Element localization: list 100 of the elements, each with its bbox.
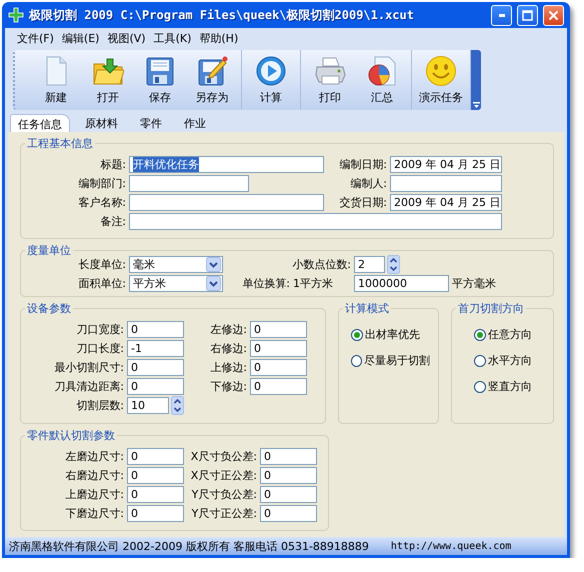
date-picker[interactable]: 2009 年 04 月 25 日 xyxy=(390,156,502,173)
spin-arrows-icon xyxy=(387,255,400,274)
website-link[interactable]: http://www.queek.com xyxy=(390,540,512,552)
app-icon xyxy=(8,7,24,23)
field-label: Y尺寸负公差: xyxy=(190,487,257,502)
toolbar-button[interactable]: 打开 xyxy=(83,50,133,110)
field-label: 左磨边尺寸: xyxy=(64,449,124,464)
field-label: 上修边: xyxy=(209,360,247,375)
tab[interactable]: 零件 xyxy=(133,114,169,132)
group-title: 计算模式 xyxy=(345,302,389,315)
maximize-button[interactable] xyxy=(517,4,538,26)
number-field[interactable]: 10 xyxy=(127,397,169,414)
floppy-pencil-icon xyxy=(196,55,228,87)
text-field[interactable] xyxy=(129,194,324,211)
field-label: 编制部门: xyxy=(77,176,126,191)
text-field[interactable]: 0 xyxy=(250,321,307,338)
field-label: 编制日期: xyxy=(338,157,387,172)
smiley-icon xyxy=(425,55,457,87)
text-field[interactable]: 0 xyxy=(127,448,184,465)
toolbar-button[interactable]: 演示任务 xyxy=(416,50,466,110)
text-field[interactable]: -1 xyxy=(127,340,184,357)
field-label: 小数点位数: xyxy=(291,257,351,272)
field-label: 交货日期: xyxy=(338,195,387,210)
close-button[interactable] xyxy=(543,4,564,26)
text-field[interactable]: 0 xyxy=(260,448,317,465)
text-field[interactable]: 0 xyxy=(250,378,307,395)
unit-text: 平方毫米 xyxy=(452,276,497,291)
radio-button[interactable] xyxy=(474,354,486,366)
toolbar-button[interactable]: 计算 xyxy=(246,50,296,110)
radio-button[interactable] xyxy=(351,354,362,366)
field-label: 右磨边尺寸: xyxy=(64,468,124,483)
group-title: 工程基本信息 xyxy=(27,137,93,150)
caret-icon xyxy=(206,276,221,291)
radio-button[interactable] xyxy=(474,380,486,392)
dropdown[interactable]: 平方米 xyxy=(129,275,223,292)
field-label: 下磨边尺寸: xyxy=(64,506,124,521)
window-title: 极限切割 2009 C:\Program Files\queek\极限切割2009\1.xcut xyxy=(29,6,415,24)
text-field[interactable]: 0 xyxy=(127,359,184,376)
field-label: 切割层数: xyxy=(75,398,124,413)
option-label: 出材率优先 xyxy=(365,327,420,342)
field-label: 面积单位: xyxy=(77,276,126,291)
close-icon xyxy=(548,10,559,20)
field-label: 编制人: xyxy=(349,176,387,191)
field-label: 刀口宽度: xyxy=(75,322,124,337)
text-field[interactable]: 0 xyxy=(127,378,184,395)
option-label: 竖直方向 xyxy=(488,379,532,394)
field-label: X尺寸正公差: xyxy=(190,468,257,483)
menu-item[interactable]: 工具(K) xyxy=(152,30,194,46)
conversion-text: 1平方米 xyxy=(293,276,334,291)
maximize-icon xyxy=(522,10,533,20)
text-field[interactable]: 0 xyxy=(260,505,317,522)
toolbar-button[interactable]: 另存为 xyxy=(187,50,237,110)
field-label: X尺寸负公差: xyxy=(190,449,257,464)
text-field[interactable]: 1000000 xyxy=(354,275,449,292)
menu-item[interactable]: 文件(F) xyxy=(15,30,56,46)
group-title: 设备参数 xyxy=(27,302,71,315)
group-title: 首刀切割方向 xyxy=(458,302,524,315)
text-field[interactable]: 0 xyxy=(127,467,184,484)
text-field[interactable] xyxy=(129,175,249,192)
tab[interactable]: 原材料 xyxy=(78,114,125,132)
overflow-icon xyxy=(472,102,480,108)
option-label: 水平方向 xyxy=(488,353,532,368)
menu-item[interactable]: 帮助(H) xyxy=(197,30,240,46)
radio-button[interactable] xyxy=(474,328,486,340)
text-field[interactable]: 开料优化任务 xyxy=(129,156,324,173)
toolbar-button[interactable]: 汇总 xyxy=(357,50,407,110)
text-field[interactable] xyxy=(390,175,502,192)
field-label: 刀具清边距离: xyxy=(53,379,124,394)
field-label: 标题: xyxy=(99,157,126,172)
text-field[interactable]: 0 xyxy=(250,340,307,357)
menu-item[interactable]: 编辑(E) xyxy=(60,30,102,46)
option-label: 尽量易于切割 xyxy=(364,353,430,368)
menu-item[interactable]: 视图(V) xyxy=(105,30,148,46)
field-label: 长度单位: xyxy=(77,257,126,272)
field-label: 刀口长度: xyxy=(75,341,124,356)
field-label: 下修边: xyxy=(209,379,247,394)
text-field[interactable]: 0 xyxy=(250,359,307,376)
tab[interactable]: 任务信息 xyxy=(10,114,70,132)
toolbar-button[interactable]: 新建 xyxy=(31,50,81,110)
date-picker[interactable]: 2009 年 04 月 25 日 xyxy=(390,194,502,211)
status-text: 济南黑格软件有限公司 2002-2009 版权所有 客服电话 0531-88918889 xyxy=(9,538,369,554)
field-label: 单位换算: xyxy=(241,276,290,291)
text-field[interactable]: 0 xyxy=(127,321,184,338)
field-label: 最小切割尺寸: xyxy=(53,360,124,375)
text-field[interactable]: 0 xyxy=(260,467,317,484)
radio-button[interactable] xyxy=(351,328,363,340)
group-title: 零件默认切割参数 xyxy=(27,429,115,442)
field-label: 备注: xyxy=(99,214,126,229)
toolbar-button[interactable]: 保存 xyxy=(135,50,185,110)
spin-arrows-icon xyxy=(171,396,184,415)
field-label: 客户名称: xyxy=(77,195,126,210)
minimize-button[interactable] xyxy=(491,4,512,26)
number-field[interactable]: 2 xyxy=(354,256,385,273)
text-field[interactable]: 0 xyxy=(127,505,184,522)
text-field[interactable]: 0 xyxy=(127,486,184,503)
text-field[interactable]: 0 xyxy=(260,486,317,503)
toolbar-button[interactable]: 打印 xyxy=(305,50,355,110)
dropdown[interactable]: 毫米 xyxy=(129,256,223,273)
text-field[interactable] xyxy=(129,213,502,230)
tab[interactable]: 作业 xyxy=(177,114,213,132)
